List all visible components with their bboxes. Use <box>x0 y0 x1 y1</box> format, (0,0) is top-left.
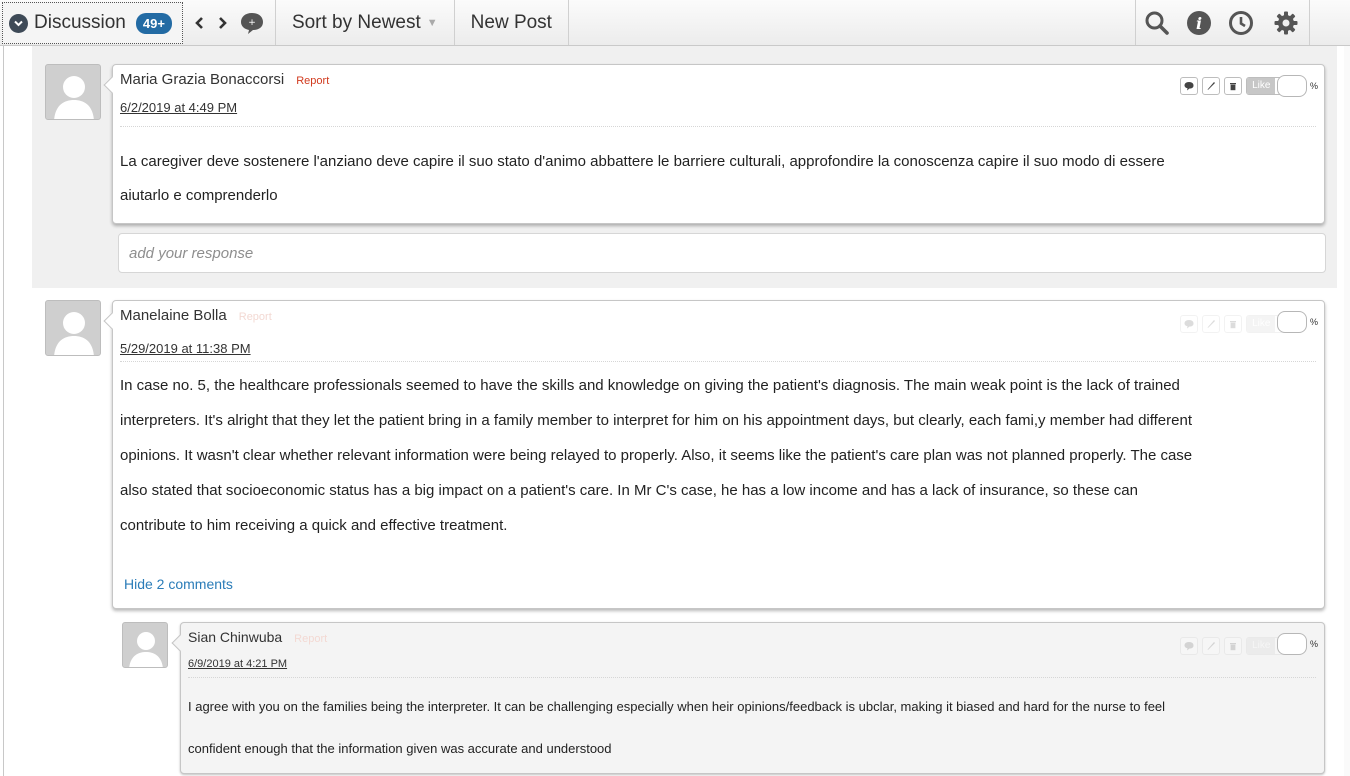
reply-body: I agree with you on the families being t… <box>188 686 1304 770</box>
edit-pencil-icon[interactable] <box>1202 315 1221 333</box>
post-card: Maria Grazia Bonaccorsi Report 6/2/2019 … <box>103 64 1325 224</box>
divider <box>188 677 1316 678</box>
avatar[interactable] <box>45 64 101 120</box>
author-name[interactable]: Sian Chinwuba <box>188 629 282 645</box>
percent-input[interactable] <box>1276 633 1307 655</box>
edit-pencil-icon[interactable] <box>1202 637 1221 655</box>
discussion-toolbar: Discussion 49+ + Sort by Newest ▼ New Po… <box>0 0 1350 46</box>
like-label: Like <box>1247 638 1276 654</box>
new-post-button[interactable]: New Post <box>455 0 569 45</box>
gear-icon <box>1274 11 1297 34</box>
reply-header: Sian Chinwuba Report <box>188 629 327 645</box>
reply-date[interactable]: 6/9/2019 at 4:21 PM <box>188 658 287 670</box>
post-body: In case no. 5, the healthcare profession… <box>120 368 1304 543</box>
svg-text:+: + <box>248 18 256 28</box>
post-header: Maria Grazia Bonaccorsi Report <box>120 71 329 88</box>
report-link[interactable]: Report <box>239 311 272 323</box>
avatar[interactable] <box>45 300 101 356</box>
reply-card: Sian Chinwuba Report 6/9/2019 at 4:21 PM… <box>171 622 1325 774</box>
toolbar-spacer <box>569 0 1136 45</box>
hide-comments-link[interactable]: Hide 2 comments <box>124 576 233 592</box>
chevron-right-icon[interactable] <box>217 16 227 30</box>
card-pointer <box>171 634 189 652</box>
svg-text:i: i <box>1196 14 1202 33</box>
search-button[interactable] <box>1136 0 1178 45</box>
percent-symbol: % <box>1309 81 1318 91</box>
response-input[interactable] <box>119 234 1325 272</box>
post-card: Manelaine Bolla Report 5/29/2019 at 11:3… <box>103 300 1325 609</box>
sort-label: Sort by Newest <box>291 11 421 33</box>
reply-icon[interactable] <box>1180 315 1199 333</box>
chevron-down-circle-icon <box>9 13 28 33</box>
percent-input[interactable] <box>1276 75 1307 97</box>
like-label: Like <box>1247 316 1276 332</box>
info-button[interactable]: i <box>1178 0 1220 45</box>
percent-rating: % <box>1276 633 1318 655</box>
post-body-line: interpreters. It's alright that they let… <box>120 412 1192 429</box>
post-body-line: La caregiver deve sostenere l'anziano de… <box>120 153 1165 170</box>
delete-trash-icon[interactable] <box>1224 77 1243 95</box>
percent-rating: % <box>1276 311 1318 333</box>
new-post-label: New Post <box>470 11 552 33</box>
percent-symbol: % <box>1309 317 1318 327</box>
search-icon <box>1145 11 1169 35</box>
delete-trash-icon[interactable] <box>1224 315 1243 333</box>
response-field[interactable] <box>118 233 1326 273</box>
post-body-line: In case no. 5, the healthcare profession… <box>120 377 1180 394</box>
post-body-line: also stated that socioeconomic status ha… <box>120 482 1138 499</box>
discussion-label: Discussion <box>34 12 126 33</box>
card-pointer <box>103 312 121 330</box>
settings-button[interactable] <box>1262 0 1310 45</box>
report-link[interactable]: Report <box>294 633 327 645</box>
like-label: Like <box>1247 78 1276 94</box>
sort-dropdown[interactable]: Sort by Newest ▼ <box>276 0 455 45</box>
author-name[interactable]: Manelaine Bolla <box>120 307 227 324</box>
post-body-line: opinions. It wasn't clear whether releva… <box>120 447 1193 464</box>
comment-icon[interactable]: + <box>239 10 265 36</box>
left-edge <box>0 46 4 776</box>
delete-trash-icon[interactable] <box>1224 637 1243 655</box>
post-navigation: + <box>183 0 276 45</box>
scrollbar[interactable] <box>1344 46 1350 776</box>
history-clock-icon <box>1229 10 1253 35</box>
post-body: La caregiver deve sostenere l'anziano de… <box>120 145 1304 213</box>
avatar[interactable] <box>122 622 168 668</box>
post-header: Manelaine Bolla Report <box>120 307 272 324</box>
post-body-line: aiutarlo e comprenderlo <box>120 187 278 204</box>
toolbar-end <box>1310 0 1350 45</box>
edit-pencil-icon[interactable] <box>1202 77 1221 95</box>
post-count-badge: 49+ <box>135 12 172 34</box>
percent-symbol: % <box>1309 639 1318 649</box>
author-name[interactable]: Maria Grazia Bonaccorsi <box>120 71 284 88</box>
percent-rating: % <box>1276 75 1318 97</box>
reply-icon[interactable] <box>1180 637 1199 655</box>
discussion-toggle[interactable]: Discussion 49+ <box>2 2 183 44</box>
history-button[interactable] <box>1220 0 1262 45</box>
post-body-line: contribute to him receiving a quick and … <box>120 517 508 534</box>
divider <box>120 126 1316 127</box>
info-icon: i <box>1187 10 1211 35</box>
reply-body-line: I agree with you on the families being t… <box>188 699 1166 714</box>
reply-body-line: confident enough that the information gi… <box>188 741 612 756</box>
chevron-left-icon[interactable] <box>195 16 205 30</box>
post-date[interactable]: 6/2/2019 at 4:49 PM <box>120 100 237 115</box>
report-link[interactable]: Report <box>296 75 329 87</box>
reply-icon[interactable] <box>1180 77 1199 95</box>
divider <box>120 361 1316 362</box>
caret-down-icon: ▼ <box>426 16 438 29</box>
post-date[interactable]: 5/29/2019 at 11:38 PM <box>120 341 251 356</box>
percent-input[interactable] <box>1276 311 1307 333</box>
